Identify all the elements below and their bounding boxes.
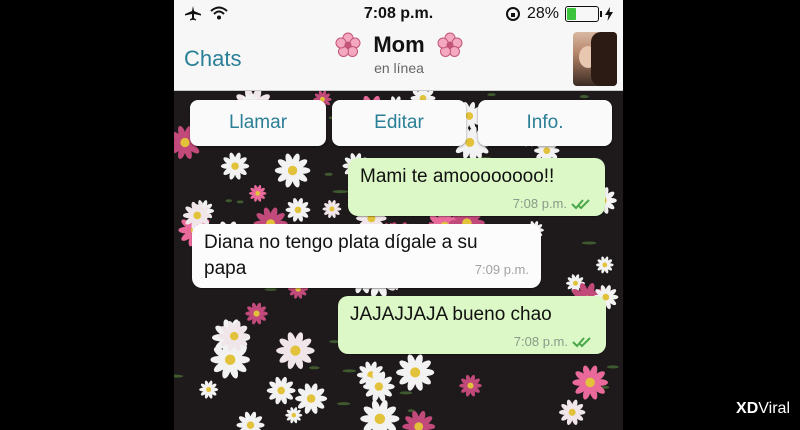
message-bubble-outgoing[interactable]: JAJAJJAJA bueno chao 7:08 p.m. [338,296,606,354]
double-check-icon [572,336,591,347]
leaf [264,287,278,291]
status-right: 28% [505,5,613,23]
leaf [579,95,589,99]
message-time: 7:08 p.m. [513,334,568,349]
contact-status: en línea [374,60,424,76]
double-check-icon [571,198,590,209]
leaf [324,172,333,176]
chats-back-button[interactable]: Chats [184,46,241,72]
message-meta: 7:09 p.m. [475,257,529,283]
info-button[interactable]: Info. [478,100,612,146]
leaf [332,190,349,194]
message-text: JAJAJJAJA bueno chao [350,304,552,325]
contact-header[interactable]: Mom en línea [294,32,504,76]
edit-button[interactable]: Editar [332,100,466,146]
message-time: 7:09 p.m. [474,262,529,277]
message-bubble-outgoing[interactable]: Mami te amoooooooo!! 7:08 p.m. [348,158,605,216]
flower-icon [335,32,361,57]
leaf [225,199,233,203]
message-text-line: Diana no tengo plata dígale a su [204,232,478,253]
battery-fill [567,8,576,20]
leaf [236,200,244,204]
rotation-lock-icon [505,7,520,21]
contact-name: Mom [373,32,425,57]
message-meta: 7:08 p.m. [514,334,594,349]
message-time: 7:08 p.m. [512,196,567,211]
leaf [487,93,496,97]
watermark-part2: Viral [758,400,790,417]
status-bar: 7:08 p.m. 28% [174,0,623,30]
message-text: Mami te amoooooooo!! [360,166,555,187]
battery-percent: 28% [526,5,559,22]
leaf [581,241,597,245]
charging-bolt-icon [605,7,613,21]
watermark-part1: XD [736,400,759,417]
contact-avatar[interactable] [573,32,617,86]
phone-screen: 7:08 p.m. 28% Chats Mom en línea Llamar … [174,0,623,430]
contact-actions: Llamar Editar Info. [174,100,623,148]
flower-icon [437,32,463,57]
leaf [606,365,619,369]
leaf [336,402,351,406]
leaf [342,369,356,373]
leaf [399,391,413,395]
xdviral-watermark: XDViral [736,400,790,418]
avatar-hair [591,32,617,86]
leaf [308,366,320,370]
battery-icon [565,6,602,22]
contact-title: Mom [294,32,504,58]
call-button[interactable]: Llamar [190,100,326,146]
message-meta: 7:08 p.m. [513,196,593,211]
message-bubble-incoming[interactable]: Diana no tengo plata dígale a su papa 7:… [192,224,541,288]
chat-header: Chats Mom en línea [174,30,623,91]
